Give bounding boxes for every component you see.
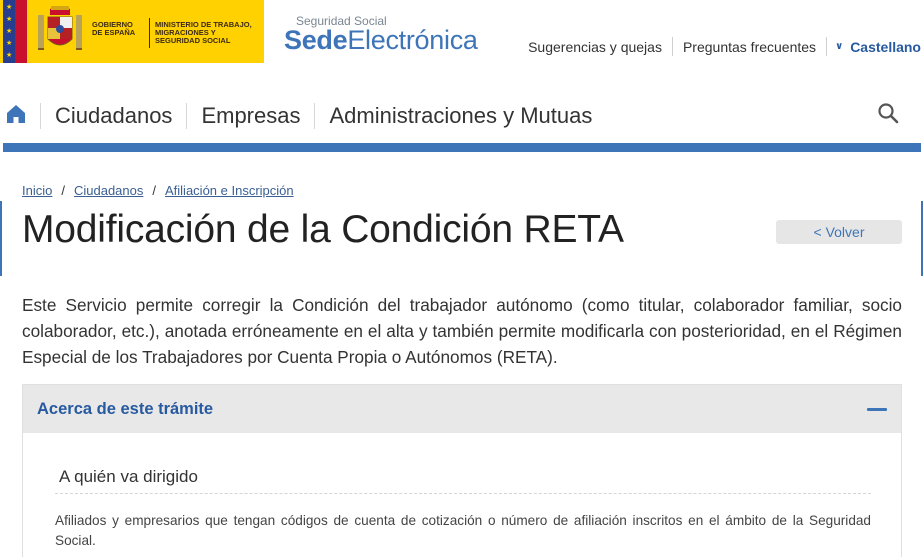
collapse-icon[interactable] (867, 408, 887, 411)
nav-item-empresas[interactable]: Empresas (187, 103, 314, 129)
brand-title-bold: Sede (284, 25, 348, 55)
main-navigation: Ciudadanos Empresas Administraciones y M… (0, 96, 923, 138)
page-title: Modificación de la Condición RETA (22, 208, 624, 251)
audience-text: Afiliados y empresarios que tengan códig… (55, 513, 871, 548)
nav-underline-bar (3, 143, 921, 152)
dashed-divider (55, 493, 871, 494)
breadcrumb-separator: / (152, 183, 156, 198)
breadcrumb: Inicio / Ciudadanos / Afiliación e Inscr… (22, 183, 294, 198)
nav-item-administraciones[interactable]: Administraciones y Mutuas (315, 103, 606, 129)
search-icon[interactable] (877, 102, 899, 124)
coat-of-arms-icon (38, 6, 82, 50)
about-procedure-accordion: Acerca de este trámite A quién va dirigi… (22, 384, 902, 557)
accordion-title: Acerca de este trámite (37, 400, 214, 418)
eu-flag-icon: ★ ★ ★ ★ ★ (3, 0, 27, 63)
brand-title: SedeElectrónica (284, 25, 478, 56)
accordion-body: A quién va dirigido Afiliados y empresar… (23, 433, 901, 557)
breadcrumb-afiliacion[interactable]: Afiliación e Inscripción (165, 183, 294, 198)
language-selector[interactable]: ∨ Castellano (827, 39, 923, 55)
government-logo[interactable]: ★ ★ ★ ★ ★ Gobierno de España Ministerio … (0, 0, 264, 63)
nav-item-ciudadanos[interactable]: Ciudadanos (41, 103, 186, 129)
chevron-down-icon: ∨ (835, 41, 844, 52)
gov-divider (149, 18, 150, 48)
gov-label: Gobierno de España (92, 20, 136, 37)
breadcrumb-ciudadanos[interactable]: Ciudadanos (74, 183, 143, 198)
site-header: ★ ★ ★ ★ ★ Gobierno de España Ministerio … (0, 0, 923, 64)
breadcrumb-separator: / (61, 183, 65, 198)
audience-heading: A quién va dirigido (59, 467, 198, 486)
utility-links: Sugerencias y quejas Preguntas frecuente… (518, 37, 923, 56)
breadcrumb-inicio[interactable]: Inicio (22, 183, 52, 198)
suggestions-link[interactable]: Sugerencias y quejas (518, 39, 672, 55)
ministry-label: Ministerio de Trabajo, Migraciones y Seg… (155, 20, 252, 45)
title-accent-left (0, 201, 2, 276)
language-label: Castellano (850, 38, 921, 55)
accordion-header[interactable]: Acerca de este trámite (23, 385, 901, 433)
nav-items: Ciudadanos Empresas Administraciones y M… (40, 96, 606, 136)
brand-title-light: Electrónica (347, 25, 478, 55)
home-icon[interactable] (6, 104, 26, 124)
faq-link[interactable]: Preguntas frecuentes (673, 39, 826, 55)
back-button[interactable]: < Volver (776, 220, 902, 244)
service-description: Este Servicio permite corregir la Condic… (22, 295, 902, 367)
